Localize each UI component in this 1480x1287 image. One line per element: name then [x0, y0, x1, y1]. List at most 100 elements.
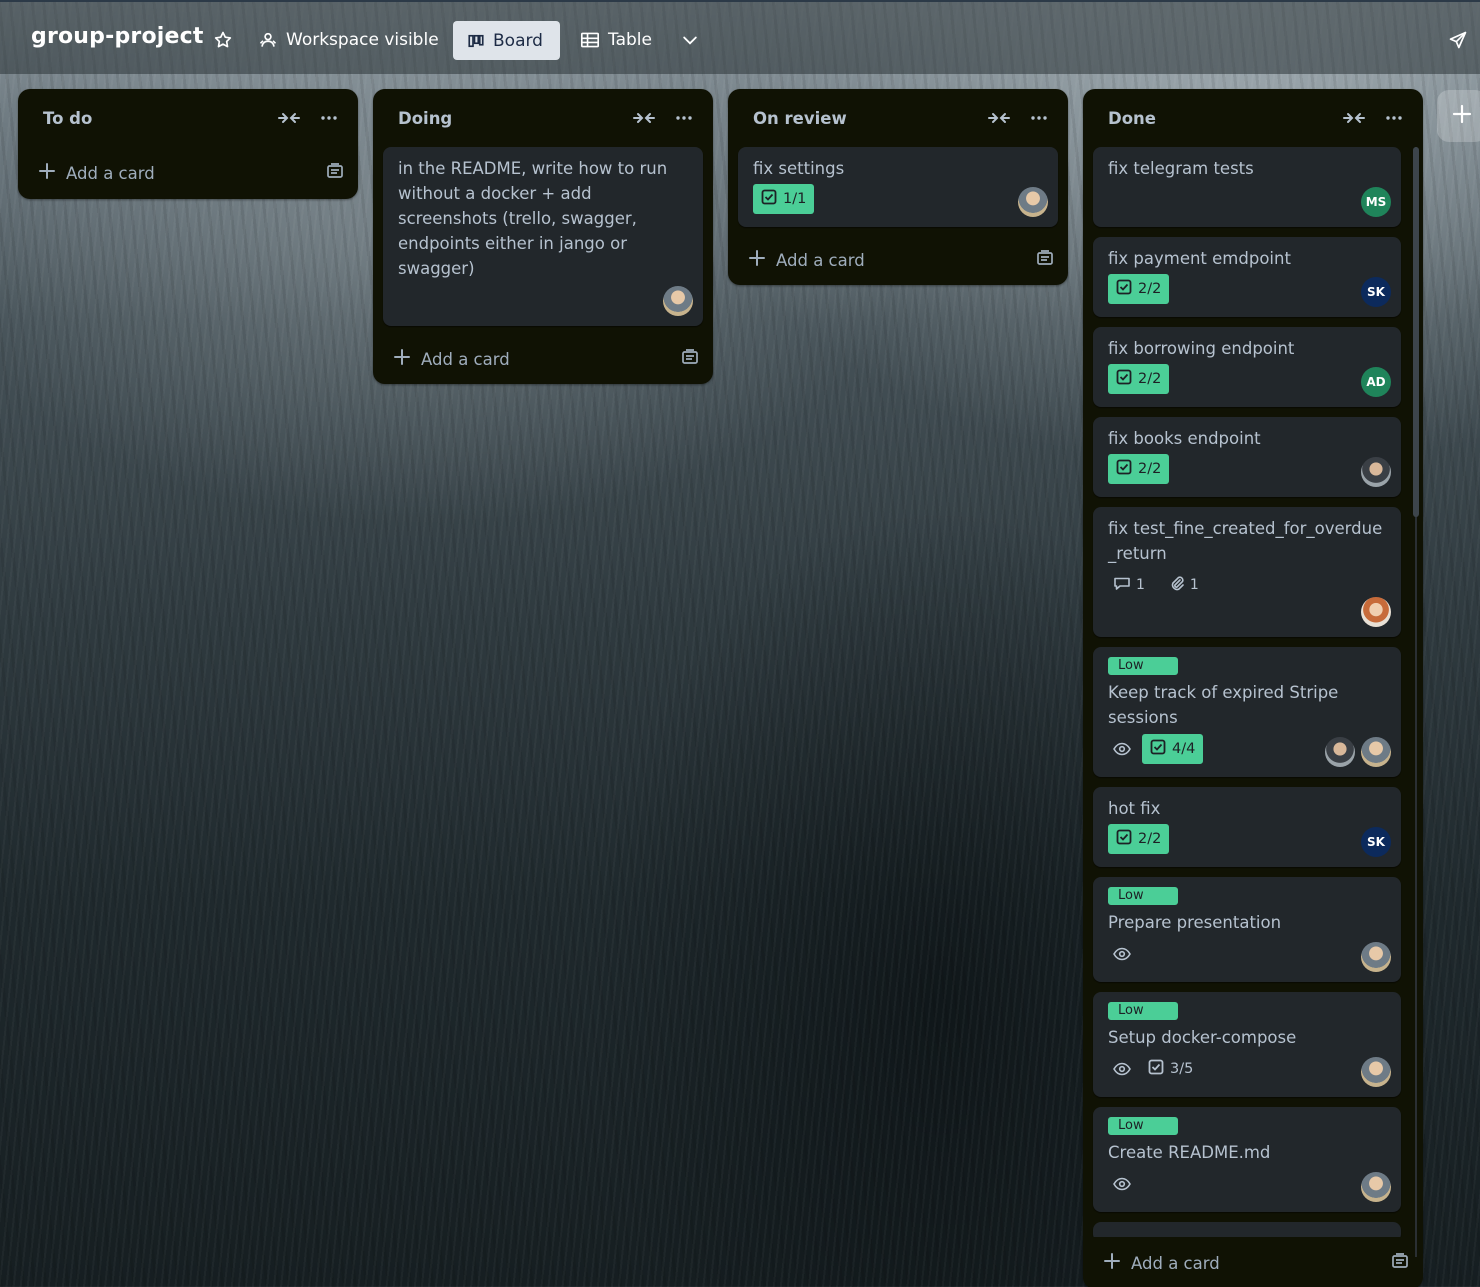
label-low[interactable]: Low [1108, 887, 1178, 905]
collapse-icon[interactable] [1339, 103, 1369, 133]
checklist-icon [761, 189, 777, 209]
card[interactable]: Low Keep track of expired Stripe session… [1093, 647, 1401, 777]
card-members [1361, 1172, 1391, 1202]
avatar[interactable] [1361, 1057, 1391, 1087]
list-doing[interactable]: Doing in the README, write how to run wi… [373, 89, 713, 384]
list-title[interactable]: Done [1108, 109, 1329, 128]
avatar[interactable] [1361, 737, 1391, 767]
collapse-icon[interactable] [629, 103, 659, 133]
list-done[interactable]: Done fix telegram tests MS fix payment e… [1083, 89, 1423, 1287]
card-members [1018, 187, 1048, 217]
list-scrollbar[interactable] [1410, 147, 1420, 1257]
list-on-review[interactable]: On review fix settings 1/1 Add a card [728, 89, 1068, 285]
plus-icon [748, 249, 766, 271]
avatar[interactable]: SK [1361, 277, 1391, 307]
add-card-button[interactable]: Add a card [373, 334, 713, 384]
avatar[interactable] [1361, 1172, 1391, 1202]
label-low[interactable]: Low [1108, 657, 1178, 675]
list-title[interactable]: On review [753, 109, 974, 128]
eye-icon [1108, 939, 1136, 969]
card-title: fix books endpoint [1108, 429, 1261, 448]
card[interactable]: Low Create README.md [1093, 1107, 1401, 1212]
list-header: On review [728, 89, 1068, 147]
card[interactable]: fix borrowing endpoint 2/2 AD [1093, 327, 1401, 407]
board-icon [467, 32, 485, 50]
list-to-do[interactable]: To do Add a card [18, 89, 358, 199]
template-icon[interactable] [681, 348, 699, 370]
avatar[interactable] [663, 286, 693, 316]
add-card-button[interactable]: Add a card [728, 235, 1068, 285]
more-views-button[interactable] [672, 22, 708, 58]
add-card-label: Add a card [421, 349, 510, 369]
avatar[interactable] [1018, 187, 1048, 217]
list-title[interactable]: To do [43, 109, 264, 128]
template-icon[interactable] [1391, 1252, 1409, 1274]
ellipsis-icon[interactable] [1024, 103, 1054, 133]
card-title: fix settings [753, 159, 845, 178]
attachments-badge: 1 [1164, 570, 1204, 600]
board-title[interactable]: group-project [31, 24, 204, 49]
comments-count: 1 [1136, 577, 1145, 593]
collapse-icon[interactable] [984, 103, 1014, 133]
avatar[interactable]: MS [1361, 187, 1391, 217]
card[interactable]: fix test_fine_created_for_overdue_return… [1093, 507, 1401, 637]
comment-icon [1113, 575, 1131, 595]
board-view-label: Board [493, 30, 543, 51]
card[interactable]: fix settings 1/1 [738, 147, 1058, 227]
board-header: group-project Workspace visible Board Ta… [0, 0, 1480, 74]
card[interactable]: fix payment emdpoint 2/2 SK [1093, 237, 1401, 317]
card-title: hot fix [1108, 799, 1161, 818]
checklist-badge: 2/2 [1108, 364, 1170, 394]
paperclip-icon [1169, 575, 1185, 595]
label-low[interactable]: Low [1108, 1117, 1178, 1135]
send-icon [1448, 30, 1468, 50]
table-view-button[interactable]: Table [570, 22, 662, 58]
list-header: Done [1083, 89, 1423, 147]
plus-icon [1103, 1252, 1121, 1274]
card-members [1361, 1057, 1391, 1087]
checklist-icon [1116, 459, 1132, 479]
template-icon[interactable] [326, 162, 344, 184]
avatar[interactable]: AD [1361, 367, 1391, 397]
visibility-label: Workspace visible [286, 30, 439, 50]
card-title: in the README, write how to run without … [398, 159, 668, 278]
ellipsis-icon[interactable] [1379, 103, 1409, 133]
card[interactable]: fix telegram tests MS [1093, 147, 1401, 227]
avatar[interactable]: SK [1361, 827, 1391, 857]
checklist-badge: 2/2 [1108, 824, 1170, 854]
avatar[interactable] [1325, 737, 1355, 767]
card[interactable]: in the README, write how to run without … [383, 147, 703, 326]
add-card-label: Add a card [1131, 1253, 1220, 1273]
star-button[interactable] [206, 22, 240, 58]
scrollbar-thumb[interactable] [1413, 147, 1419, 517]
card[interactable]: Low Setup docker-compose 3/5 [1093, 992, 1401, 1097]
list-header: Doing [373, 89, 713, 147]
add-card-button[interactable]: Add a card [1083, 1237, 1423, 1287]
card[interactable] [1093, 1222, 1401, 1237]
add-card-button[interactable]: Add a card [18, 147, 358, 199]
list-title[interactable]: Doing [398, 109, 619, 128]
add-list-button[interactable] [1437, 90, 1480, 142]
card-members [1325, 737, 1391, 767]
label-low[interactable]: Low [1108, 1002, 1178, 1020]
visibility-button[interactable]: Workspace visible [248, 22, 449, 58]
card-members [663, 286, 693, 316]
card[interactable]: Low Prepare presentation [1093, 877, 1401, 982]
checklist-badge: 2/2 [1108, 454, 1170, 484]
eye-icon [1108, 1169, 1136, 1199]
ellipsis-icon[interactable] [669, 103, 699, 133]
template-icon[interactable] [1036, 249, 1054, 271]
collapse-icon[interactable] [274, 103, 304, 133]
add-card-label: Add a card [66, 163, 155, 183]
card-title: fix test_fine_created_for_overdue_return [1108, 519, 1383, 563]
card[interactable]: hot fix 2/2 SK [1093, 787, 1401, 867]
checklist-count: 2/2 [1138, 371, 1162, 387]
avatar[interactable] [1361, 942, 1391, 972]
avatar[interactable] [1361, 597, 1391, 627]
avatar[interactable] [1361, 457, 1391, 487]
share-button[interactable] [1440, 22, 1476, 58]
board-view-button[interactable]: Board [453, 21, 560, 60]
checklist-icon [1116, 279, 1132, 299]
card[interactable]: fix books endpoint 2/2 [1093, 417, 1401, 497]
ellipsis-icon[interactable] [314, 103, 344, 133]
